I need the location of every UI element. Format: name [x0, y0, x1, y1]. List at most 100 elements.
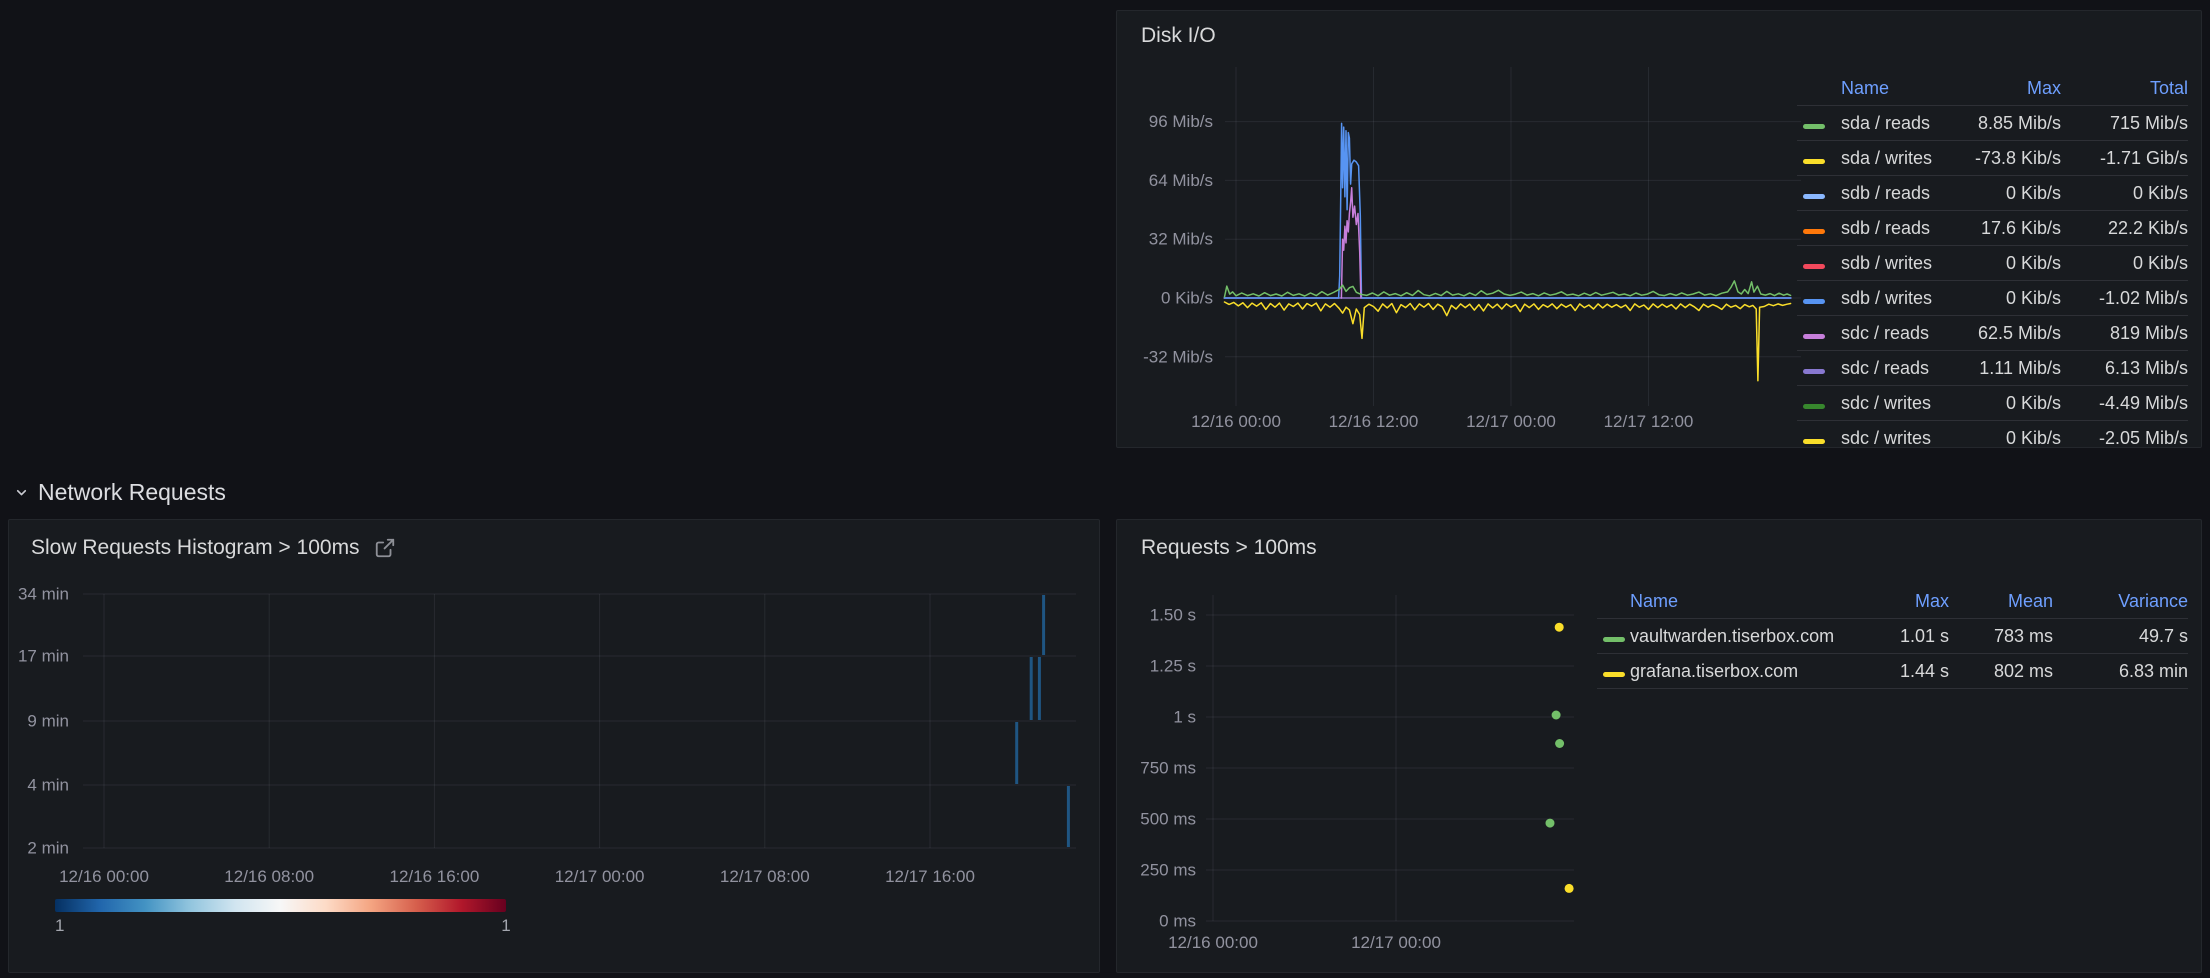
- color-scale-min-label: 1: [55, 916, 64, 936]
- legend-column-header-variance[interactable]: Variance: [2053, 591, 2188, 612]
- legend-value-max: 17.6 Kib/s: [1951, 218, 2061, 239]
- y-axis-tick-label: 0 ms: [1159, 911, 1196, 930]
- section-header-network-requests[interactable]: Network Requests: [14, 476, 226, 508]
- legend-value-total: -1.71 Gib/s: [2061, 148, 2188, 169]
- legend-series-name[interactable]: sda / writes: [1841, 148, 1951, 169]
- legend-series-name[interactable]: sdc / reads: [1841, 358, 1951, 379]
- legend-series-name[interactable]: sdc / reads: [1841, 323, 1951, 344]
- legend-series-name[interactable]: sdc / writes: [1841, 393, 1951, 414]
- x-axis-tick-label: 12/16 12:00: [1329, 412, 1419, 431]
- external-link-icon[interactable]: [374, 537, 396, 559]
- panel-disk-io: Disk I/O 96 Mib/s64 Mib/s32 Mib/s0 Kib/s…: [1116, 10, 2202, 448]
- legend-value-total: 22.2 Kib/s: [2061, 218, 2188, 239]
- legend-value-max: 1.44 s: [1849, 661, 1949, 682]
- legend-value-max: 0 Kib/s: [1951, 253, 2061, 274]
- heatmap-cell[interactable]: [1030, 657, 1033, 720]
- y-axis-tick-label: 2 min: [27, 838, 69, 857]
- legend-series-swatch: [1797, 323, 1841, 344]
- legend-series-name[interactable]: sda / reads: [1841, 113, 1951, 134]
- scatter-point-vaultwarden-tiserbox-com[interactable]: [1546, 819, 1555, 828]
- series-sda-writes: [1225, 302, 1791, 381]
- legend-series-name[interactable]: vaultwarden.tiserbox.com: [1630, 626, 1849, 647]
- panel-title-requests[interactable]: Requests > 100ms: [1141, 536, 1317, 560]
- scatter-point-grafana-tiserbox-com[interactable]: [1565, 884, 1574, 893]
- legend-series-swatch: [1597, 626, 1630, 647]
- panel-requests-over-100ms: Requests > 100ms 1.50 s1.25 s1 s750 ms50…: [1116, 519, 2202, 973]
- legend-row: sdb / reads0 Kib/s0 Kib/s: [1797, 176, 2188, 211]
- x-axis-tick-label: 12/16 00:00: [59, 867, 149, 886]
- legend-series-name[interactable]: sdb / writes: [1841, 288, 1951, 309]
- disk-io-legend-table: NameMaxTotalsda / reads8.85 Mib/s715 Mib…: [1797, 71, 2188, 448]
- legend-value-total: 0 Kib/s: [2061, 253, 2188, 274]
- scatter-point-grafana-tiserbox-com[interactable]: [1555, 623, 1564, 632]
- series-read-burst: [1225, 123, 1791, 298]
- legend-series-swatch: [1797, 358, 1841, 379]
- heatmap-color-scale: [55, 899, 506, 912]
- panel-title-text: Disk I/O: [1141, 24, 1216, 48]
- legend-series-swatch: [1797, 428, 1841, 449]
- panel-title-disk-io[interactable]: Disk I/O: [1141, 24, 1216, 48]
- legend-value-max: 1.11 Mib/s: [1951, 358, 2061, 379]
- legend-series-swatch: [1797, 113, 1841, 134]
- legend-row: sdb / writes0 Kib/s-1.02 Mib/s: [1797, 281, 2188, 316]
- x-axis-tick-label: 12/17 08:00: [720, 867, 810, 886]
- legend-value-max: 0 Kib/s: [1951, 393, 2061, 414]
- panel-title-text: Slow Requests Histogram > 100ms: [31, 536, 360, 560]
- legend-row: vaultwarden.tiserbox.com1.01 s783 ms49.7…: [1597, 619, 2188, 654]
- legend-series-name[interactable]: grafana.tiserbox.com: [1630, 661, 1849, 682]
- scatter-point-vaultwarden-tiserbox-com[interactable]: [1555, 739, 1564, 748]
- y-axis-tick-label: 64 Mib/s: [1149, 171, 1213, 190]
- legend-series-name[interactable]: sdc / writes: [1841, 428, 1951, 449]
- legend-value-max: 1.01 s: [1849, 626, 1949, 647]
- legend-value-total: 6.13 Mib/s: [2061, 358, 2188, 379]
- legend-series-swatch: [1797, 183, 1841, 204]
- legend-column-header-max[interactable]: Max: [1849, 591, 1949, 612]
- legend-value-max: 0 Kib/s: [1951, 183, 2061, 204]
- legend-value-max: 0 Kib/s: [1951, 288, 2061, 309]
- legend-row: sdb / writes0 Kib/s0 Kib/s: [1797, 246, 2188, 281]
- y-axis-tick-label: -32 Mib/s: [1143, 347, 1213, 366]
- x-axis-tick-label: 12/17 12:00: [1604, 412, 1694, 431]
- legend-value-max: 8.85 Mib/s: [1951, 113, 2061, 134]
- legend-value-max: 62.5 Mib/s: [1951, 323, 2061, 344]
- legend-series-name[interactable]: sdb / reads: [1841, 183, 1951, 204]
- legend-row: sdc / reads1.11 Mib/s6.13 Mib/s: [1797, 351, 2188, 386]
- legend-column-header-mean[interactable]: Mean: [1949, 591, 2053, 612]
- legend-value-total: -4.49 Mib/s: [2061, 393, 2188, 414]
- y-axis-tick-label: 32 Mib/s: [1149, 230, 1213, 249]
- legend-series-name[interactable]: sdb / writes: [1841, 253, 1951, 274]
- heatmap-cell[interactable]: [1067, 786, 1070, 847]
- legend-column-header-name[interactable]: Name: [1841, 78, 1951, 99]
- legend-value-variance: 49.7 s: [2053, 626, 2188, 647]
- heatmap-cell[interactable]: [1042, 595, 1045, 655]
- legend-value-max: 0 Kib/s: [1951, 428, 2061, 449]
- y-axis-tick-label: 1.50 s: [1150, 605, 1196, 624]
- legend-column-header-max[interactable]: Max: [1951, 78, 2061, 99]
- legend-value-variance: 6.83 min: [2053, 661, 2188, 682]
- x-axis-tick-label: 12/16 16:00: [389, 867, 479, 886]
- legend-header-row: NameMaxMeanVariance: [1597, 584, 2188, 619]
- y-axis-tick-label: 0 Kib/s: [1161, 288, 1213, 307]
- scatter-point-vaultwarden-tiserbox-com[interactable]: [1552, 711, 1561, 720]
- legend-series-swatch: [1797, 148, 1841, 169]
- heatmap-cell[interactable]: [1038, 657, 1041, 720]
- legend-series-name[interactable]: sdb / reads: [1841, 218, 1951, 239]
- panel-title-text: Requests > 100ms: [1141, 536, 1317, 560]
- legend-column-header-name[interactable]: Name: [1630, 591, 1849, 612]
- chevron-down-icon: [14, 485, 29, 500]
- legend-value-mean: 783 ms: [1949, 626, 2053, 647]
- y-axis-tick-label: 500 ms: [1140, 809, 1196, 828]
- heatmap-cell[interactable]: [1015, 722, 1018, 784]
- legend-row: grafana.tiserbox.com1.44 s802 ms6.83 min: [1597, 654, 2188, 689]
- panel-title-slow-requests[interactable]: Slow Requests Histogram > 100ms: [31, 536, 396, 560]
- y-axis-tick-label: 1.25 s: [1150, 656, 1196, 675]
- legend-row: sdc / writes0 Kib/s-2.05 Mib/s: [1797, 421, 2188, 448]
- y-axis-tick-label: 250 ms: [1140, 860, 1196, 879]
- x-axis-tick-label: 12/16 00:00: [1191, 412, 1281, 431]
- legend-value-max: -73.8 Kib/s: [1951, 148, 2061, 169]
- legend-column-header-total[interactable]: Total: [2061, 78, 2188, 99]
- x-axis-tick-label: 12/17 00:00: [1466, 412, 1556, 431]
- y-axis-tick-label: 4 min: [27, 775, 69, 794]
- legend-header-row: NameMaxTotal: [1797, 71, 2188, 106]
- legend-value-total: 0 Kib/s: [2061, 183, 2188, 204]
